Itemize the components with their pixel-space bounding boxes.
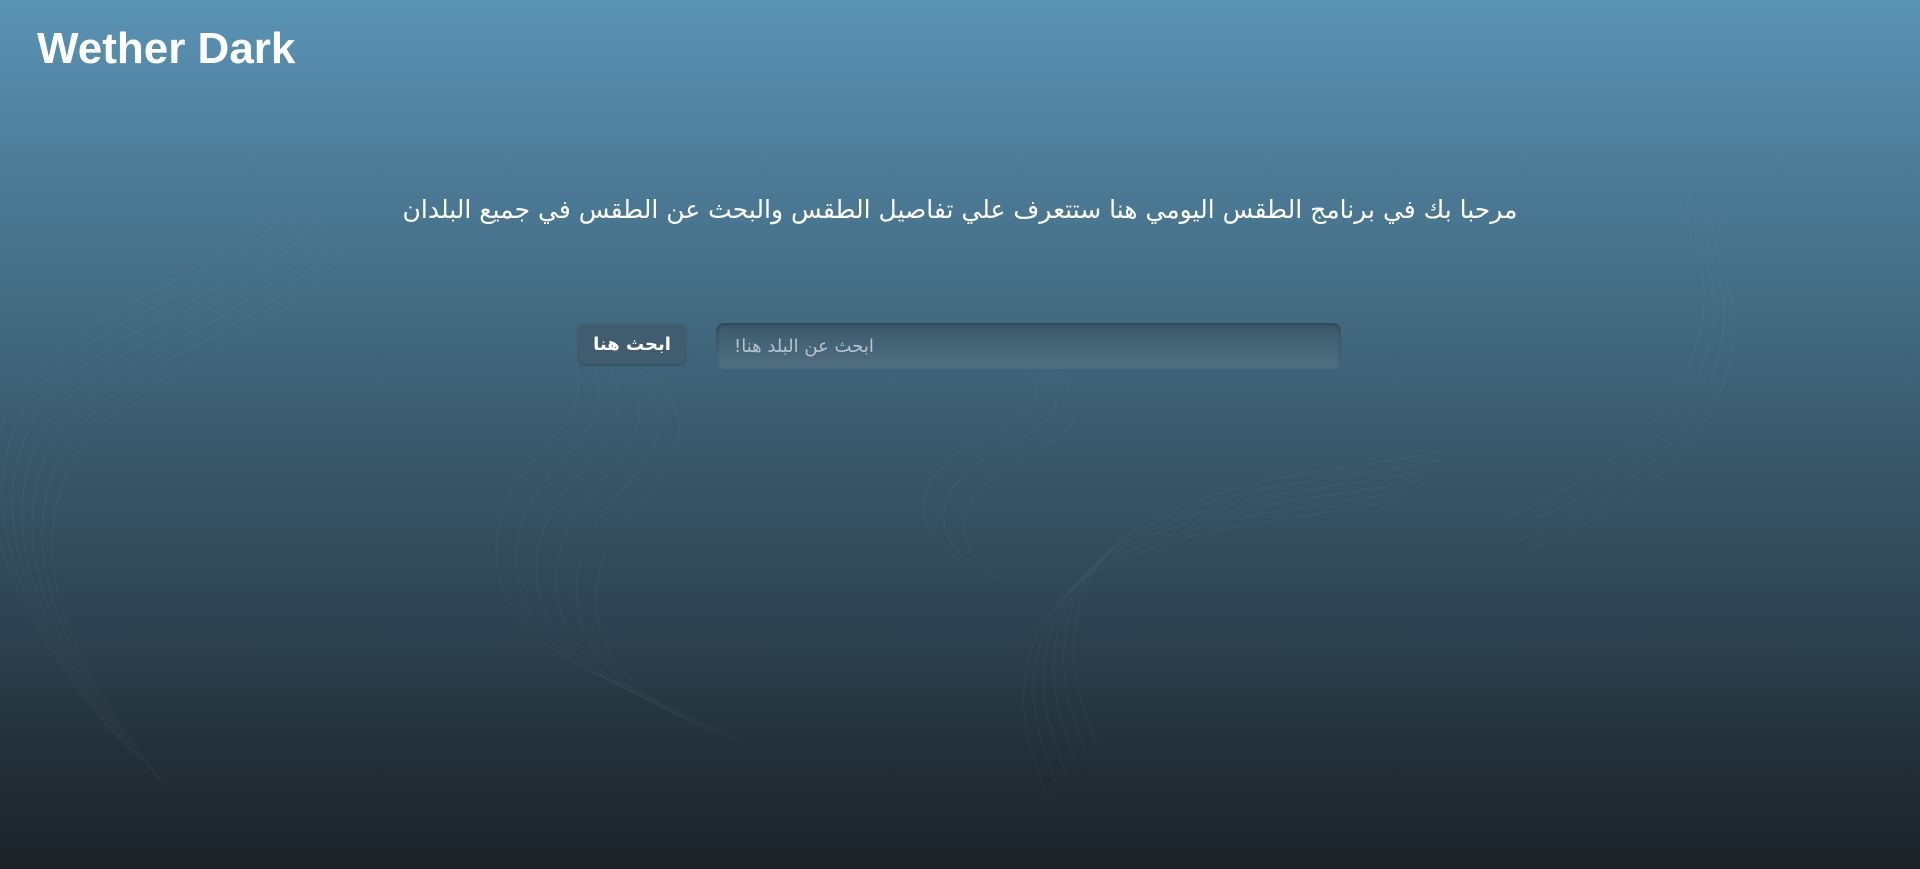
search-bar: ابحث هنا [579,323,1341,371]
search-button[interactable]: ابحث هنا [579,324,685,364]
welcome-message: مرحبا بك في برنامج الطقس اليومي هنا ستتع… [402,195,1518,224]
background-wave-pattern [0,0,1920,869]
app-title: Wether Dark [37,24,296,73]
country-search-input[interactable] [716,323,1341,369]
